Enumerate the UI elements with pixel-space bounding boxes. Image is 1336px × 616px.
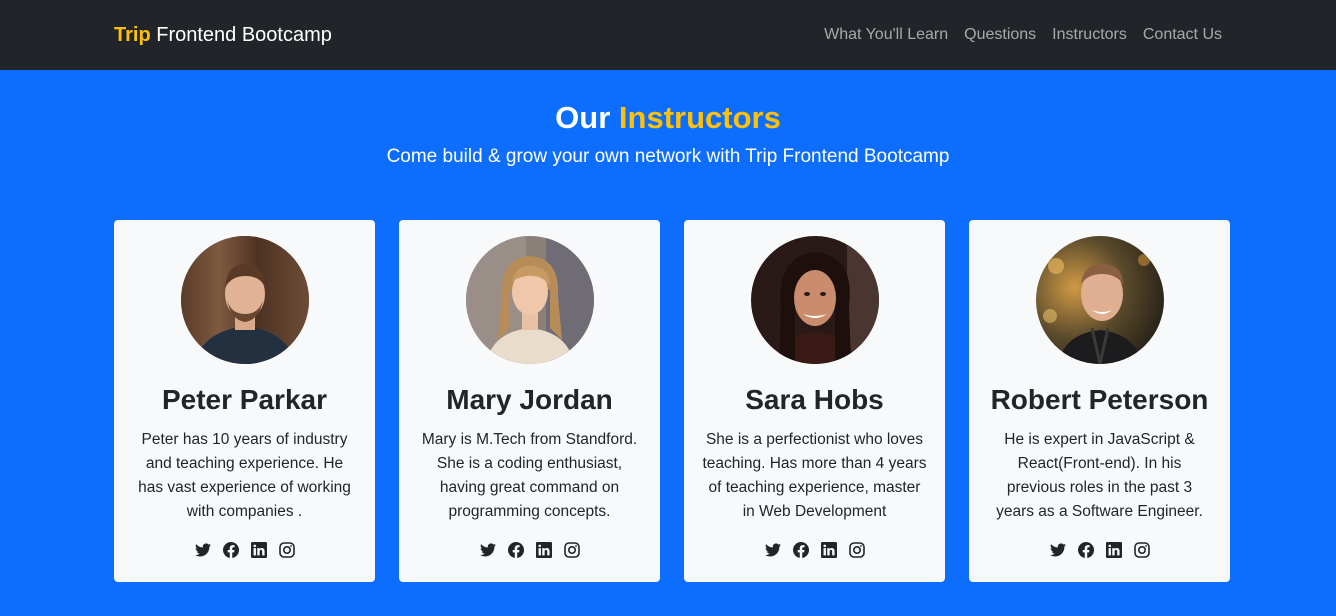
twitter-icon[interactable] xyxy=(764,542,781,558)
section-title: Our Instructors xyxy=(0,100,1336,136)
facebook-icon[interactable] xyxy=(792,542,809,558)
instructor-card: Mary Jordan Mary is M.Tech from Standfor… xyxy=(399,220,660,582)
instagram-icon[interactable] xyxy=(278,542,295,558)
nav-links: What You'll Learn Questions Instructors … xyxy=(824,26,1222,44)
brand-text: Frontend Bootcamp xyxy=(150,23,332,46)
nav-link-contact-us[interactable]: Contact Us xyxy=(1143,26,1222,43)
social-links xyxy=(194,542,295,558)
social-links xyxy=(479,542,580,558)
instructor-bio: She is a perfectionist who loves teachin… xyxy=(702,431,927,520)
woman-blonde-photo-icon xyxy=(465,236,594,364)
section-title-plain: Our xyxy=(555,100,619,135)
instructor-name: Sara Hobs xyxy=(745,384,884,415)
facebook-icon[interactable] xyxy=(222,542,239,558)
brand-accent: Trip xyxy=(114,23,151,46)
linkedin-icon[interactable] xyxy=(820,542,837,558)
linkedin-icon[interactable] xyxy=(1105,542,1122,558)
twitter-icon[interactable] xyxy=(1049,542,1066,558)
man-beard-photo-icon xyxy=(180,236,309,364)
instructor-name: Mary Jordan xyxy=(446,384,613,415)
section-title-accent: Instructors xyxy=(618,100,781,135)
linkedin-icon[interactable] xyxy=(535,542,552,558)
man-smiling-photo-icon xyxy=(1035,236,1164,364)
instructor-bio: Peter has 10 years of industry and teach… xyxy=(138,431,351,520)
instructor-cards: Peter Parkar Peter has 10 years of indus… xyxy=(0,220,1336,582)
nav-link-what-youll-learn[interactable]: What You'll Learn xyxy=(824,26,948,43)
facebook-icon[interactable] xyxy=(1077,542,1094,558)
facebook-icon[interactable] xyxy=(507,542,524,558)
instructor-bio: He is expert in JavaScript & React(Front… xyxy=(996,431,1203,520)
navbar: Trip Frontend Bootcamp What You'll Learn… xyxy=(0,0,1336,70)
instructor-name: Peter Parkar xyxy=(161,384,327,415)
instructors-section: Our Instructors Come build & grow your o… xyxy=(0,70,1336,582)
instructor-card: Peter Parkar Peter has 10 years of indus… xyxy=(114,220,375,582)
instructor-card: Sara Hobs She is a perfectionist who lov… xyxy=(684,220,945,582)
woman-dark-hair-photo-icon xyxy=(750,236,879,364)
social-links xyxy=(1049,542,1150,558)
twitter-icon[interactable] xyxy=(479,542,496,558)
instructor-name: Robert Peterson xyxy=(990,384,1209,415)
nav-link-questions[interactable]: Questions xyxy=(964,26,1036,43)
instagram-icon[interactable] xyxy=(1133,542,1150,558)
instagram-icon[interactable] xyxy=(848,542,865,558)
linkedin-icon[interactable] xyxy=(250,542,267,558)
instructor-bio: Mary is M.Tech from Standford. She is a … xyxy=(421,431,638,520)
brand-logo[interactable]: Trip Frontend Bootcamp xyxy=(114,24,332,47)
social-links xyxy=(764,542,865,558)
instructor-card: Robert Peterson He is expert in JavaScri… xyxy=(969,220,1230,582)
twitter-icon[interactable] xyxy=(194,542,211,558)
instagram-icon[interactable] xyxy=(563,542,580,558)
section-subtitle: Come build & grow your own network with … xyxy=(386,146,950,167)
nav-link-instructors[interactable]: Instructors xyxy=(1052,26,1127,43)
